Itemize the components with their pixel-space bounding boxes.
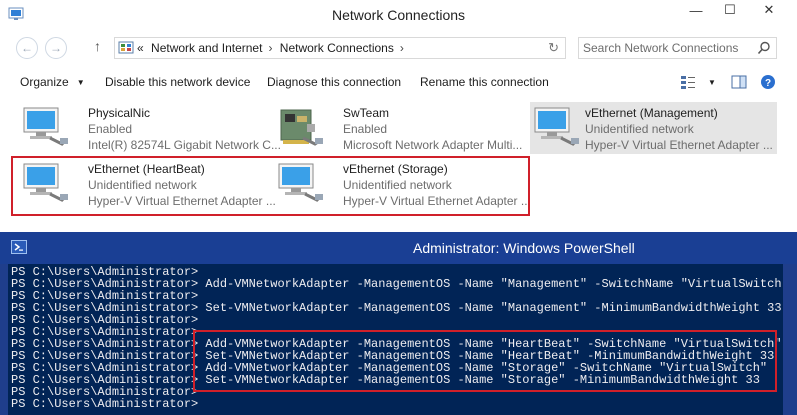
connection-status: Unidentified network xyxy=(585,122,694,136)
network-adapter-icon xyxy=(23,107,68,146)
breadcrumb-separator[interactable]: › xyxy=(400,41,404,55)
network-adapter-icon xyxy=(534,107,579,146)
connection-swteam[interactable]: SwTeam Enabled Microsoft Network Adapter… xyxy=(277,102,527,154)
breadcrumb: « Network and Internet › Network Connecti… xyxy=(137,41,408,55)
console-scrollbar[interactable] xyxy=(783,264,797,415)
network-card-icon xyxy=(280,109,323,146)
svg-text:?: ? xyxy=(765,78,771,89)
view-options-icon[interactable] xyxy=(680,74,696,90)
highlight-box-connections xyxy=(11,156,530,216)
connection-device: Intel(R) 82574L Gigabit Network C... xyxy=(88,138,281,152)
maximize-button[interactable]: ☐ xyxy=(713,0,747,20)
connection-device: Microsoft Network Adapter Multi... xyxy=(343,138,523,152)
powershell-title-bar[interactable]: Administrator: Windows PowerShell xyxy=(0,232,797,264)
connection-status: Enabled xyxy=(88,122,133,136)
connection-device: Hyper-V Virtual Ethernet Adapter ... xyxy=(585,138,773,152)
connection-name: SwTeam xyxy=(343,106,390,120)
organize-label: Organize xyxy=(20,75,69,89)
diagnose-connection-button[interactable]: Diagnose this connection xyxy=(267,75,401,89)
up-button[interactable]: ↑ xyxy=(94,38,101,54)
connection-name: vEthernet (Management) xyxy=(585,106,718,120)
breadcrumb-overflow[interactable]: « xyxy=(137,41,144,55)
console-line: PS C:\Users\Administrator> xyxy=(11,397,199,411)
forward-button[interactable]: → xyxy=(45,37,67,59)
powershell-icon xyxy=(11,240,27,254)
window-title: Network Connections xyxy=(331,7,466,23)
help-icon[interactable]: ? xyxy=(760,74,776,90)
search-box[interactable] xyxy=(578,37,777,59)
minimize-button[interactable]: — xyxy=(679,0,713,20)
refresh-icon[interactable]: ↻ xyxy=(548,40,559,56)
breadcrumb-separator[interactable]: › xyxy=(268,41,272,55)
highlight-box-commands xyxy=(193,330,777,392)
search-icon[interactable] xyxy=(757,41,771,55)
organize-button[interactable]: Organize ▼ xyxy=(20,75,85,89)
view-dropdown-icon[interactable]: ▼ xyxy=(708,78,716,87)
powershell-title: Administrator: Windows PowerShell xyxy=(413,240,635,256)
rename-connection-button[interactable]: Rename this connection xyxy=(420,75,549,89)
connection-vethernet-management[interactable]: vEthernet (Management) Unidentified netw… xyxy=(530,102,777,154)
address-bar[interactable]: « Network and Internet › Network Connecti… xyxy=(114,37,566,59)
breadcrumb-network-connections[interactable]: Network Connections xyxy=(280,41,394,55)
disable-device-button[interactable]: Disable this network device xyxy=(105,75,250,89)
search-input[interactable] xyxy=(583,40,753,56)
preview-pane-icon[interactable] xyxy=(731,74,747,90)
connection-name: PhysicalNic xyxy=(88,106,151,120)
command-bar: Organize ▼ Disable this network device Di… xyxy=(0,68,797,96)
connection-physicalnic[interactable]: PhysicalNic Enabled Intel(R) 82574L Giga… xyxy=(22,102,281,154)
close-button[interactable]: ✕ xyxy=(747,0,791,20)
connection-status: Enabled xyxy=(343,122,388,136)
back-button[interactable]: ← xyxy=(16,37,38,59)
breadcrumb-network-and-internet[interactable]: Network and Internet xyxy=(151,41,262,55)
control-panel-icon xyxy=(118,41,134,54)
navigation-bar: ← → ↑ « Network and Internet › Network Co… xyxy=(0,34,797,62)
title-bar[interactable]: Network Connections — ☐ ✕ xyxy=(0,0,797,30)
chevron-down-icon: ▼ xyxy=(76,78,85,87)
